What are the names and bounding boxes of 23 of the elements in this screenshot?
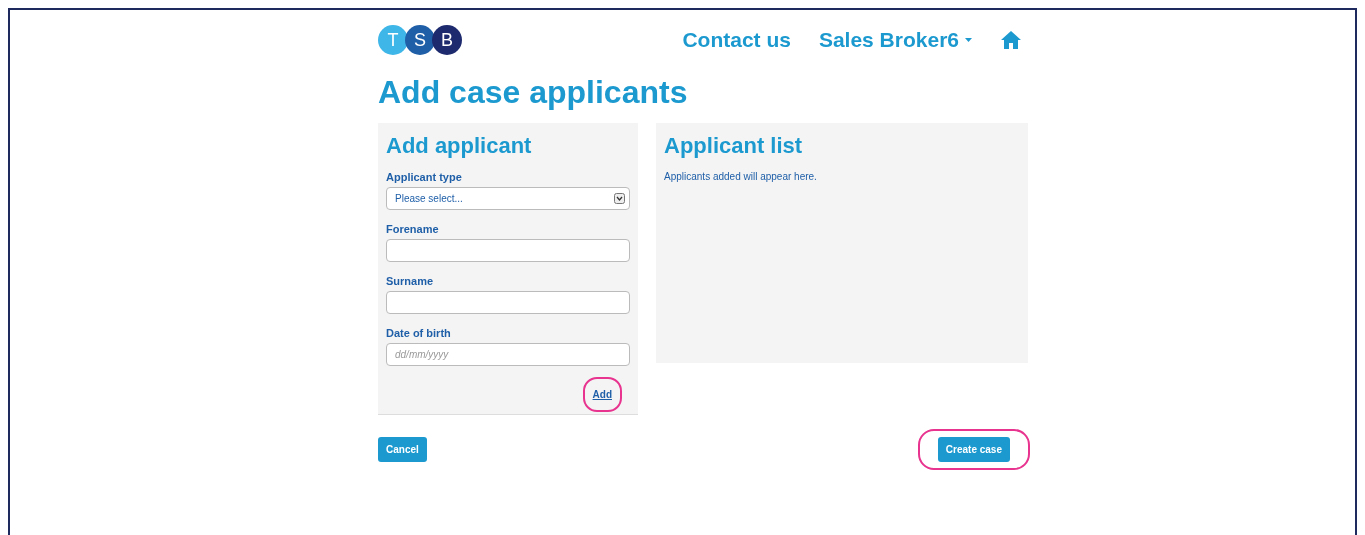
action-button[interactable]: Create case [937,437,1010,462]
field-label: Surname [386,275,435,287]
action-button[interactable]: Cancel [378,437,427,462]
add-link[interactable]: Add [582,377,622,412]
applicant-type-select[interactable]: Please select... [386,187,630,210]
empty-message: Applicants added will appear here. [664,171,818,182]
logo-letter: B [432,25,462,55]
date-field[interactable]: dd/mm/yyyy [386,343,630,366]
home-icon[interactable] [1000,30,1022,50]
field-label: Date of birth [386,327,452,339]
text-field[interactable] [386,239,630,262]
caret-icon [965,38,972,42]
contact-link[interactable]: Contact us [682,28,791,52]
field-label: Forename [386,223,440,235]
logo-letter: S [405,25,435,55]
logo-letter: T [378,25,408,55]
panel-title: Add applicant [386,133,533,159]
panel-title: Applicant list [664,133,804,159]
field-label: Applicant type [386,171,463,183]
user-menu[interactable]: Sales Broker6 [818,28,972,52]
page-title: Add case applicants [378,74,689,111]
text-field[interactable] [386,291,630,314]
dropdown-arrow-icon [614,193,625,204]
